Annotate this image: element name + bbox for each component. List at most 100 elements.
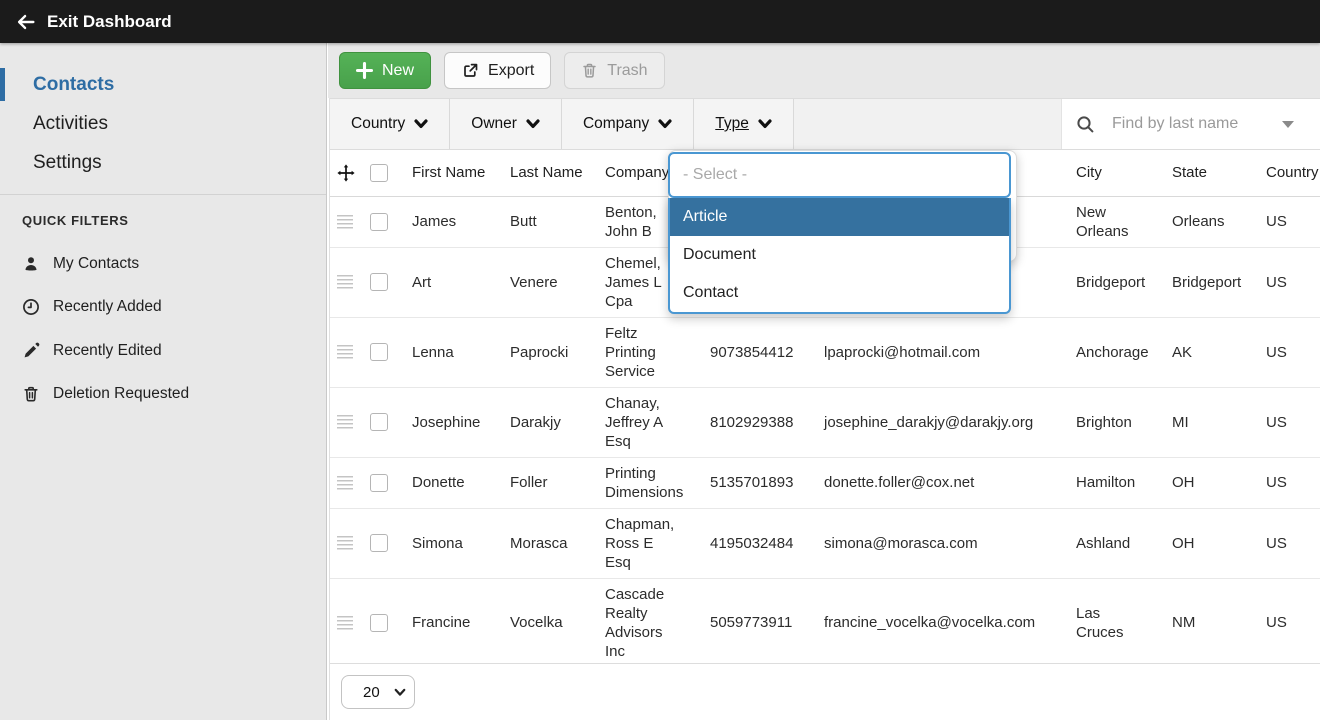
cell-city: Brighton	[1069, 387, 1165, 458]
column-header-state[interactable]: State	[1165, 150, 1259, 197]
exit-dashboard-link[interactable]: Exit Dashboard	[47, 12, 172, 32]
sidebar-item-settings[interactable]: Settings	[0, 143, 326, 182]
quick-filter-label: Deletion Requested	[53, 385, 190, 403]
trash-button[interactable]: Trash	[564, 52, 665, 89]
table-row[interactable]: Simona Morasca Chapman, Ross E Esq 41950…	[330, 508, 1320, 579]
table-row[interactable]: Donette Foller Printing Dimensions 51357…	[330, 457, 1320, 509]
filter-company[interactable]: Company	[562, 99, 695, 149]
cell-city: Las Cruces	[1069, 578, 1165, 668]
cell-country: US	[1259, 387, 1320, 458]
cell-country: US	[1259, 196, 1320, 248]
drag-handle[interactable]	[337, 214, 353, 229]
sidebar-divider	[0, 194, 326, 195]
cell-phone: 5059773911	[703, 578, 817, 668]
sidebar-item-activities[interactable]: Activities	[0, 104, 326, 143]
drag-handle[interactable]	[337, 275, 353, 289]
sidebar-item-contacts[interactable]: Contacts	[0, 65, 326, 104]
column-header-country[interactable]: Country	[1259, 150, 1320, 197]
search-dropdown-caret-icon[interactable]	[1282, 120, 1294, 128]
person-icon	[22, 255, 40, 273]
cell-state: Orleans	[1165, 196, 1259, 248]
search-area	[1062, 99, 1320, 149]
main-content: New Export Trash Country Owner Company T…	[328, 43, 1320, 720]
cell-email: donette.foller@cox.net	[817, 457, 1069, 509]
cell-state: MI	[1165, 387, 1259, 458]
chevron-down-icon	[394, 688, 406, 697]
drag-handle[interactable]	[337, 615, 353, 630]
filter-owner[interactable]: Owner	[450, 99, 562, 149]
row-checkbox[interactable]	[370, 473, 388, 492]
quick-filters-title: QUICK FILTERS	[22, 213, 129, 228]
cell-phone: 9073854412	[703, 317, 817, 388]
type-select[interactable]: - Select -	[668, 152, 1011, 198]
cell-last-name: Butt	[503, 196, 598, 248]
table-row[interactable]: Francine Vocelka Cascade Realty Advisors…	[330, 578, 1320, 668]
cell-state: Bridgeport	[1165, 247, 1259, 318]
quick-filter-my-contacts[interactable]: My Contacts	[0, 242, 326, 286]
type-option-document[interactable]: Document	[670, 236, 1009, 274]
table-row[interactable]: Lenna Paprocki Feltz Printing Service 90…	[330, 317, 1320, 388]
cell-state: NM	[1165, 578, 1259, 668]
chevron-down-icon	[526, 119, 540, 129]
row-checkbox[interactable]	[370, 613, 388, 632]
quick-filter-deletion-requested[interactable]: Deletion Requested	[0, 373, 326, 417]
type-option-contact[interactable]: Contact	[670, 274, 1009, 312]
trash-button-label: Trash	[607, 61, 648, 79]
column-header-last-name[interactable]: Last Name	[503, 150, 598, 197]
quick-filter-label: Recently Edited	[53, 341, 162, 359]
type-option-article[interactable]: Article	[670, 198, 1009, 236]
chevron-down-icon	[414, 119, 428, 129]
row-checkbox[interactable]	[370, 212, 388, 231]
cell-email: francine_vocelka@vocelka.com	[817, 578, 1069, 668]
cell-country: US	[1259, 247, 1320, 318]
cell-first-name: Art	[405, 247, 503, 318]
cell-phone: 4195032484	[703, 508, 817, 579]
sidebar-nav: Contacts Activities Settings	[0, 65, 326, 182]
filter-type[interactable]: Type	[694, 99, 794, 149]
cell-state: OH	[1165, 457, 1259, 509]
back-arrow-icon[interactable]	[15, 12, 37, 32]
drag-handle[interactable]	[337, 345, 353, 359]
table-row[interactable]: Josephine Darakjy Chanay, Jeffrey A Esq …	[330, 387, 1320, 458]
row-checkbox[interactable]	[370, 343, 388, 361]
search-icon	[1076, 115, 1095, 134]
move-icon[interactable]	[337, 164, 356, 182]
quick-filter-recently-added[interactable]: Recently Added	[0, 286, 326, 330]
sidebar-item-label: Activities	[33, 112, 108, 134]
row-checkbox[interactable]	[370, 534, 388, 552]
new-button[interactable]: New	[339, 52, 432, 89]
cell-first-name: Donette	[405, 457, 503, 509]
drag-handle[interactable]	[337, 475, 353, 490]
cell-last-name: Venere	[503, 247, 598, 318]
clock-icon	[22, 298, 40, 316]
type-select-placeholder: - Select -	[683, 166, 748, 183]
drag-handle[interactable]	[337, 415, 353, 429]
cell-phone: 8102929388	[703, 387, 817, 458]
row-checkbox[interactable]	[370, 273, 388, 291]
cell-last-name: Foller	[503, 457, 598, 509]
table-footer: 20	[330, 663, 1320, 720]
export-button[interactable]: Export	[444, 52, 552, 89]
cell-state: OH	[1165, 508, 1259, 579]
cell-last-name: Darakjy	[503, 387, 598, 458]
export-icon	[461, 62, 479, 80]
plus-icon	[356, 62, 373, 79]
search-input[interactable]	[1112, 115, 1282, 133]
cell-country: US	[1259, 578, 1320, 668]
quick-filter-label: My Contacts	[53, 254, 140, 272]
topbar: Exit Dashboard	[0, 0, 1320, 43]
quick-filter-recently-edited[interactable]: Recently Edited	[0, 329, 326, 373]
select-all-checkbox[interactable]	[370, 163, 388, 182]
row-checkbox[interactable]	[370, 413, 388, 431]
drag-handle[interactable]	[337, 536, 353, 550]
filter-country[interactable]: Country	[330, 99, 451, 149]
filter-label: Country	[351, 115, 406, 132]
trash-icon	[22, 385, 40, 403]
column-header-city[interactable]: City	[1069, 150, 1165, 197]
page-size-select[interactable]: 20	[341, 675, 415, 709]
cell-city: Anchorage	[1069, 317, 1165, 388]
cell-city: Bridgeport	[1069, 247, 1165, 318]
new-button-label: New	[382, 61, 415, 79]
trash-icon	[581, 62, 598, 79]
column-header-first-name[interactable]: First Name	[405, 150, 503, 197]
